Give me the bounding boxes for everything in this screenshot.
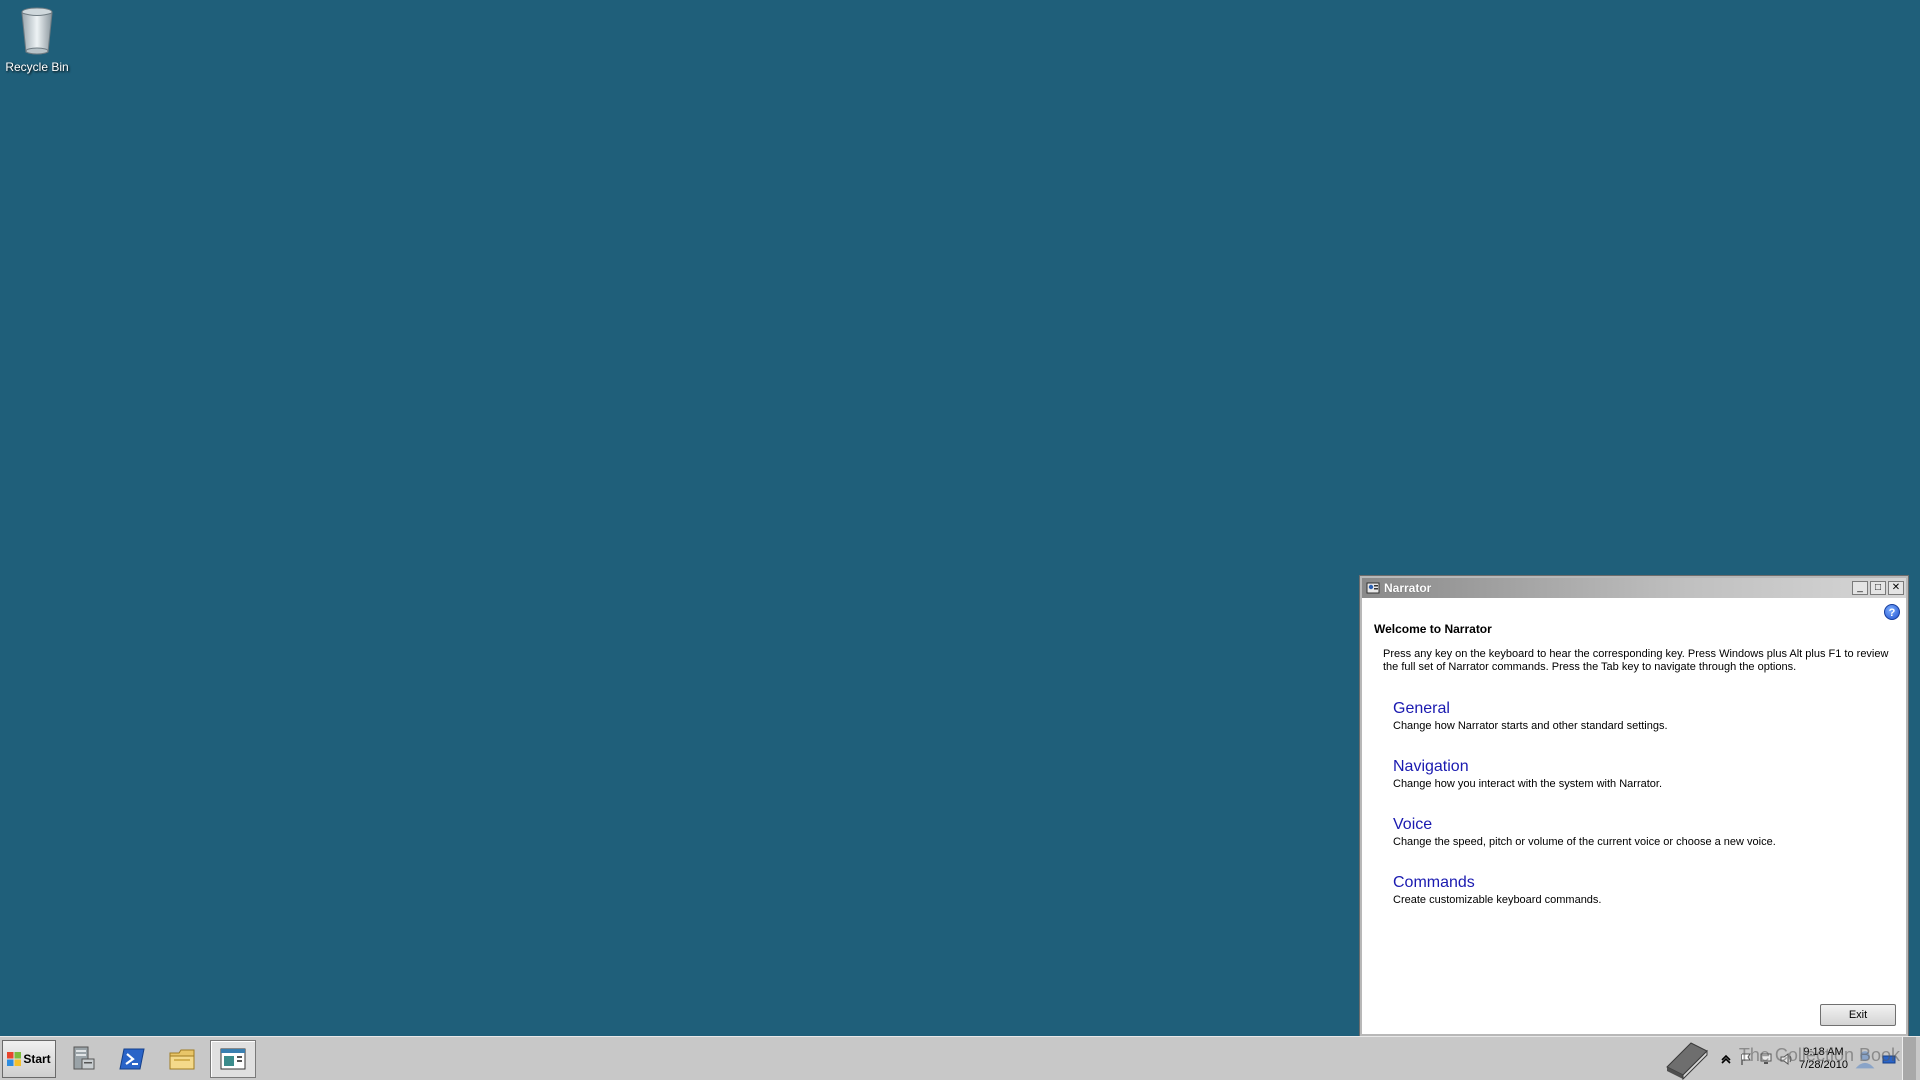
close-button[interactable]: ✕ — [1888, 581, 1904, 595]
system-tray: 9:18 AM 7/28/2010 The Collection Book — [1661, 1036, 1920, 1080]
option-navigation: Navigation Change how you interact with … — [1393, 758, 1894, 790]
option-general: General Change how Narrator starts and o… — [1393, 700, 1894, 732]
server-manager-icon — [73, 1046, 95, 1069]
window-controls: _ □ ✕ — [1852, 581, 1906, 595]
network-icon[interactable] — [1759, 1052, 1773, 1066]
window-title: Narrator — [1384, 581, 1432, 595]
voice-description: Change the speed, pitch or volume of the… — [1393, 836, 1776, 848]
navigation-description: Change how you interact with the system … — [1393, 778, 1663, 790]
desktop-icon-recycle-bin[interactable]: Recycle Bin — [4, 6, 70, 74]
minimize-button[interactable]: _ — [1852, 581, 1868, 595]
recycle-bin-icon — [21, 7, 53, 55]
exit-button[interactable]: Exit — [1820, 1004, 1896, 1026]
taskbar-narrator[interactable] — [210, 1039, 256, 1078]
powershell-icon — [119, 1048, 145, 1069]
show-desktop-button[interactable] — [1902, 1036, 1916, 1080]
welcome-heading: Welcome to Narrator — [1374, 622, 1492, 636]
narrator-content: Welcome to Narrator Press any key on the… — [1362, 598, 1906, 906]
narrator-app-icon — [1366, 582, 1380, 594]
volume-icon[interactable] — [1779, 1052, 1793, 1066]
windows-logo-icon — [7, 1051, 22, 1066]
intro-text: Press any key on the keyboard to hear th… — [1383, 648, 1889, 673]
notification-icon[interactable] — [1882, 1052, 1896, 1066]
taskbar-powershell[interactable] — [110, 1040, 156, 1078]
commands-description: Create customizable keyboard commands. — [1393, 894, 1602, 906]
explorer-folder-icon — [169, 1049, 195, 1069]
book-icon — [1666, 1041, 1708, 1080]
commands-link[interactable]: Commands — [1393, 874, 1894, 892]
clock-date: 7/28/2010 — [1799, 1058, 1848, 1071]
show-hidden-icons-icon[interactable] — [1719, 1052, 1733, 1066]
start-label: Start — [23, 1051, 51, 1066]
system-clock[interactable]: 9:18 AM 7/28/2010 — [1799, 1046, 1848, 1072]
narrator-window-icon — [220, 1048, 246, 1069]
title-bar[interactable]: Narrator _ □ ✕ — [1362, 578, 1906, 598]
maximize-button[interactable]: □ — [1870, 581, 1886, 595]
action-center-flag-icon[interactable] — [1739, 1052, 1753, 1066]
desktop-icon-label: Recycle Bin — [5, 60, 69, 74]
option-commands: Commands Create customizable keyboard co… — [1393, 874, 1894, 906]
narrator-window: Narrator _ □ ✕ ? Welcome to Narrator Pre… — [1360, 576, 1908, 1036]
general-description: Change how Narrator starts and other sta… — [1393, 720, 1668, 732]
voice-link[interactable]: Voice — [1393, 816, 1894, 834]
taskbar: Start 9:18 AM 7/28/2010 The Collection B… — [0, 1036, 1920, 1080]
help-icon[interactable]: ? — [1884, 604, 1900, 620]
taskbar-server-manager[interactable] — [60, 1040, 106, 1078]
clock-time: 9:18 AM — [1803, 1045, 1844, 1058]
user-icon — [1855, 1050, 1875, 1068]
option-voice: Voice Change the speed, pitch or volume … — [1393, 816, 1894, 848]
general-link[interactable]: General — [1393, 700, 1894, 718]
start-button[interactable]: Start — [2, 1039, 56, 1078]
taskbar-explorer[interactable] — [160, 1040, 206, 1078]
navigation-link[interactable]: Navigation — [1393, 758, 1894, 776]
